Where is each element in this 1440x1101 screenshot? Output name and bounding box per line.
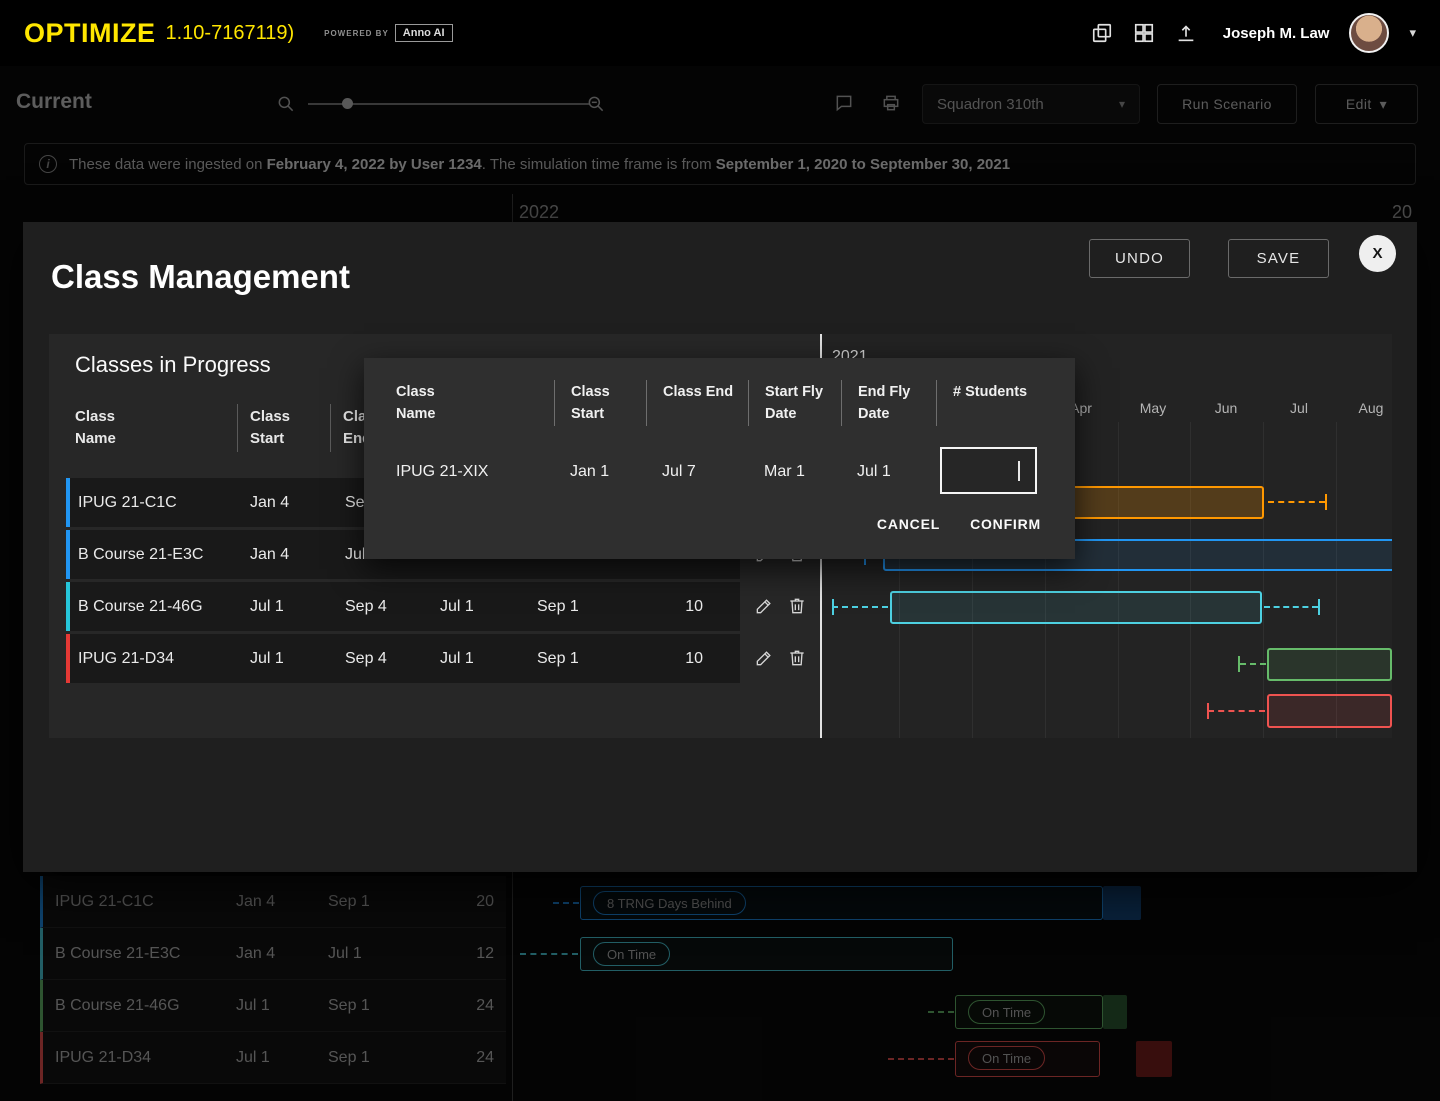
dialog-title: Class Management	[51, 258, 350, 296]
app-logo: OPTIMIZE	[24, 18, 156, 49]
popup-actions: CANCEL CONFIRM	[877, 516, 1041, 532]
column-header: # Students	[936, 380, 1075, 426]
table-row: B Course 21-46G Jul 1 Sep 4 Jul 1 Sep 1 …	[66, 582, 794, 631]
month-gridline	[1263, 422, 1264, 738]
panel-title: Classes in Progress	[75, 352, 271, 378]
close-button[interactable]: X	[1359, 235, 1396, 272]
app-header: OPTIMIZE 1.10-7167119) POWERED BY Anno A…	[0, 0, 1440, 66]
app-version: 1.10-7167119)	[166, 22, 295, 45]
gantt-trail-dash	[1268, 501, 1325, 503]
class-management-dialog: Class Management UNDO SAVE X Classes in …	[23, 222, 1417, 872]
upload-icon[interactable]	[1175, 22, 1197, 44]
save-button[interactable]: SAVE	[1228, 239, 1329, 278]
column-header: Class Start	[554, 380, 646, 426]
powered-by: POWERED BY Anno AI	[324, 24, 452, 42]
gantt-end-tick	[1318, 599, 1320, 615]
column-header: Class Name	[364, 380, 554, 426]
edit-pencil-icon[interactable]	[754, 596, 774, 616]
class-name-value: IPUG 21-XIX	[364, 463, 554, 481]
column-header: Class Name	[75, 404, 237, 452]
edit-class-popup: Class Name Class Start Class End Start F…	[364, 358, 1075, 559]
column-header: Start Fly Date	[748, 380, 841, 426]
column-header: Class End	[646, 380, 748, 426]
students-input[interactable]	[940, 447, 1037, 494]
gantt-bar[interactable]	[890, 591, 1262, 624]
table-row: IPUG 21-D34 Jul 1 Sep 4 Jul 1 Sep 1 10	[66, 634, 794, 683]
gantt-lead-dash	[1208, 710, 1265, 712]
delete-trash-icon[interactable]	[787, 648, 807, 668]
window-switch-icon[interactable]	[1091, 22, 1113, 44]
class-start-value: Jan 1	[554, 463, 646, 481]
gantt-lead-dash	[1240, 663, 1266, 665]
popup-header-row: Class Name Class Start Class End Start F…	[364, 380, 1075, 426]
gantt-trail-dash	[1264, 606, 1318, 608]
end-fly-value: Jul 1	[841, 463, 936, 481]
cancel-button[interactable]: CANCEL	[877, 516, 940, 532]
confirm-button[interactable]: CONFIRM	[970, 516, 1041, 532]
gantt-lead-dash	[832, 606, 888, 608]
brand-badge: Anno AI	[395, 24, 453, 42]
column-header: Class Start	[237, 404, 330, 452]
text-caret	[1018, 461, 1020, 481]
month-gridline	[1336, 422, 1337, 738]
month-label: Jun	[1215, 400, 1238, 416]
dashboard-grid-icon[interactable]	[1133, 22, 1155, 44]
column-header: End Fly Date	[841, 380, 936, 426]
edit-pencil-icon[interactable]	[754, 648, 774, 668]
gantt-end-tick	[1325, 494, 1327, 510]
class-end-value: Jul 7	[646, 463, 748, 481]
month-gridline	[1118, 422, 1119, 738]
start-fly-value: Mar 1	[748, 463, 841, 481]
month-label: Jul	[1290, 400, 1308, 416]
undo-button[interactable]: UNDO	[1089, 239, 1190, 278]
gantt-bar[interactable]	[1267, 694, 1392, 728]
user-menu-chevron-icon[interactable]: ▾	[1409, 25, 1416, 41]
month-label: Aug	[1359, 400, 1384, 416]
avatar[interactable]	[1349, 13, 1389, 53]
app-root: Current Squadron 310th ▾ Run Scenario Ed…	[0, 0, 1440, 1101]
month-label: May	[1140, 400, 1166, 416]
month-gridline	[1190, 422, 1191, 738]
gantt-bar[interactable]	[1267, 648, 1392, 681]
delete-trash-icon[interactable]	[787, 596, 807, 616]
user-name: Joseph M. Law	[1223, 25, 1330, 42]
